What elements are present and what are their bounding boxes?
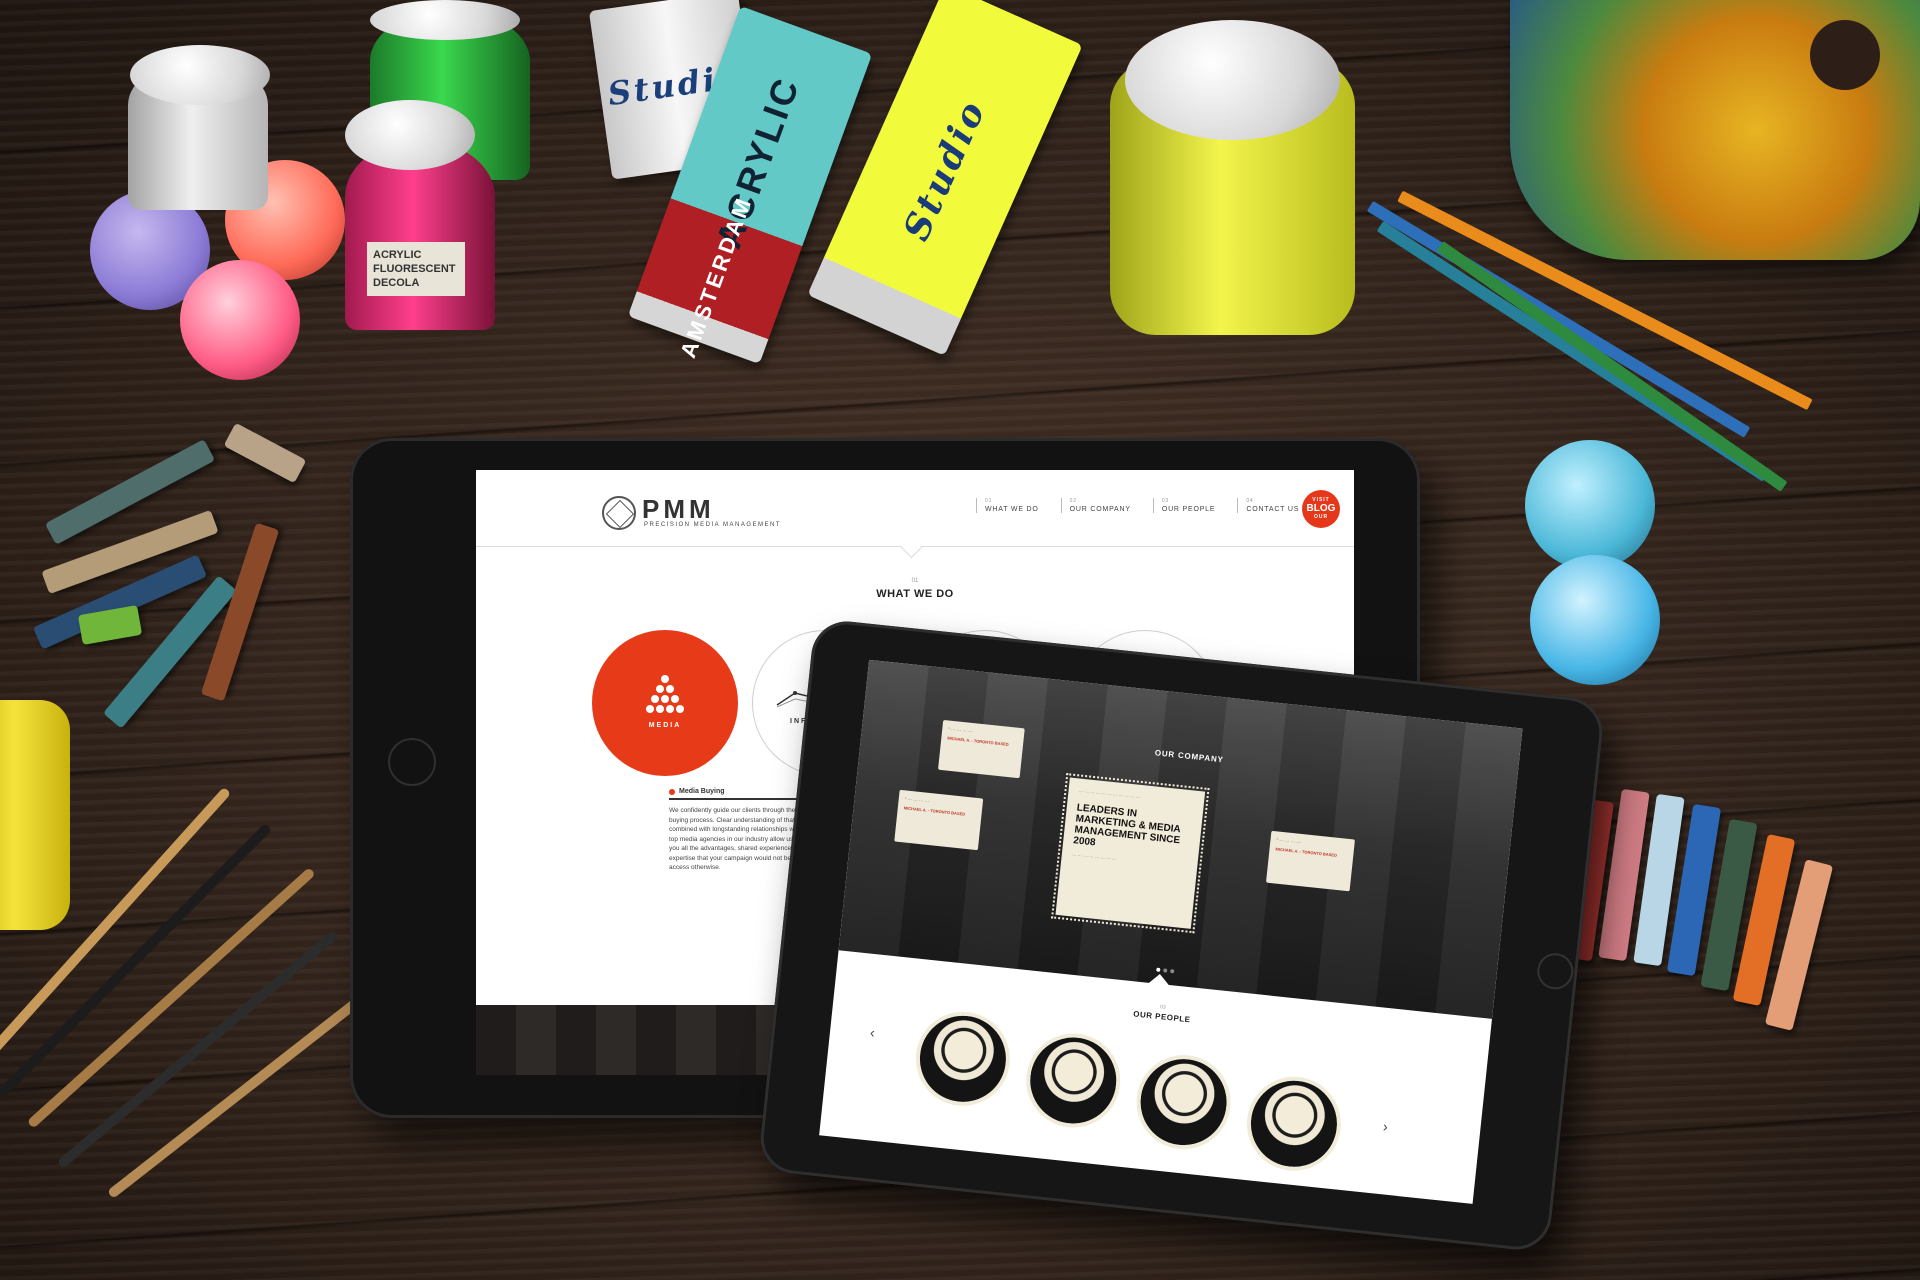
- service-media[interactable]: MEDIA: [592, 630, 738, 776]
- nav-num: 03: [1161, 498, 1169, 504]
- paint-jar-yellow-left: [0, 700, 70, 930]
- company-section: OUR COMPANY “ ··· ··· ··· ··· MICHAEL A.…: [838, 659, 1523, 1019]
- nav-what-we-do[interactable]: 01 WHAT WE DO: [976, 498, 1039, 513]
- nav-our-company[interactable]: 02 OUR COMPANY: [1060, 498, 1131, 513]
- slider-dot[interactable]: [1163, 968, 1168, 973]
- prev-arrow-icon[interactable]: ‹: [869, 1024, 875, 1040]
- blog-button[interactable]: VISIT BLOG OUR: [1302, 490, 1340, 528]
- nav-label: CONTACT US: [1246, 506, 1300, 513]
- nav-label: OUR COMPANY: [1069, 506, 1131, 513]
- nav-our-people[interactable]: 03 OUR PEOPLE: [1152, 498, 1216, 513]
- blog-badge-label: BLOG: [1306, 503, 1336, 514]
- section-title: WHAT WE DO: [876, 588, 954, 600]
- logo-subtitle: PRECISION MEDIA MANAGEMENT: [644, 522, 782, 528]
- quote-card: “ ··· ··· ··· ··· MICHAEL A. - TORONTO B…: [938, 719, 1025, 779]
- lid-white-1: [130, 45, 270, 105]
- blog-badge-bottom: OUR: [1313, 514, 1329, 520]
- quote-author: MICHAEL A. - TORONTO BASED: [947, 735, 1009, 747]
- person-portrait[interactable]: [1242, 1072, 1346, 1176]
- feature-card: ··· ··· ··· ··· ··· ··· ··· ··· ··· ··· …: [1051, 773, 1210, 934]
- person-portrait[interactable]: [1131, 1050, 1236, 1154]
- slider-dot[interactable]: [1156, 967, 1161, 972]
- quote-author: MICHAEL A. - TORONTO BASED: [1275, 846, 1338, 858]
- quote-text: “ ··· ··· ··· ···: [948, 726, 973, 735]
- slider-dot[interactable]: [1170, 969, 1175, 974]
- nav-label: OUR PEOPLE: [1161, 506, 1216, 513]
- logo-text[interactable]: PMM: [642, 494, 715, 525]
- next-arrow-icon[interactable]: ›: [1382, 1118, 1388, 1134]
- palette-thumb-hole: [1810, 20, 1880, 90]
- main-nav: 01 WHAT WE DO 02 OUR COMPANY 03 OUR PEOP…: [976, 498, 1299, 513]
- pyramid-dots-icon: [646, 675, 684, 714]
- quote-card: “ ··· ··· ··· ··· MICHAEL A. - TORONTO B…: [1265, 830, 1355, 892]
- quote-text: “ ··· ··· ··· ···: [904, 796, 930, 804]
- quote-text: “ ··· ··· ··· ···: [1276, 837, 1302, 845]
- person-portrait[interactable]: [911, 1007, 1015, 1111]
- nav-num: 01: [985, 498, 993, 504]
- paint-pot-teal: [1525, 440, 1655, 570]
- quote-card: “ ··· ··· ··· ··· MICHAEL A. - TORONTO B…: [894, 789, 984, 851]
- paint-pot-pink: [180, 260, 300, 380]
- lid-white-2: [370, 0, 520, 40]
- person-portrait[interactable]: [1021, 1028, 1125, 1133]
- nav-contact-us[interactable]: 04 CONTACT US: [1237, 498, 1299, 513]
- tablet-small: OUR COMPANY “ ··· ··· ··· ··· MICHAEL A.…: [757, 617, 1606, 1254]
- site-header: PMM PRECISION MEDIA MANAGEMENT 01 WHAT W…: [476, 470, 1354, 547]
- website-secondary-screen: OUR COMPANY “ ··· ··· ··· ··· MICHAEL A.…: [819, 659, 1523, 1204]
- quote-author: MICHAEL A. - TORONTO BASED: [903, 805, 966, 817]
- feature-card-title: LEADERS IN MARKETING & MEDIA MANAGEMENT …: [1072, 802, 1181, 849]
- tablet-small-home-button[interactable]: [1535, 951, 1576, 992]
- nav-label: WHAT WE DO: [985, 506, 1039, 513]
- slider-dots: [1156, 967, 1175, 974]
- tube-3-brand: Studio: [895, 93, 995, 247]
- pot-label-line-3: DECOLA: [373, 277, 420, 289]
- nav-num: 02: [1069, 498, 1077, 504]
- lid-white-3: [345, 100, 475, 170]
- section-number: 01: [911, 578, 919, 584]
- painting-palette: [1510, 0, 1920, 260]
- nav-num: 04: [1246, 498, 1254, 504]
- paint-pot-blue: [1530, 555, 1660, 685]
- pot-label: ACRYLIC FLUORESCENT DECOLA: [367, 242, 465, 296]
- lid-yellow-jar: [1125, 20, 1340, 140]
- service-label: MEDIA: [648, 722, 682, 730]
- tablet-home-button[interactable]: [388, 738, 436, 786]
- pot-label-line-1: ACRYLIC: [373, 249, 422, 261]
- logo-icon: [602, 496, 636, 530]
- pot-label-line-2: FLUORESCENT: [373, 263, 456, 275]
